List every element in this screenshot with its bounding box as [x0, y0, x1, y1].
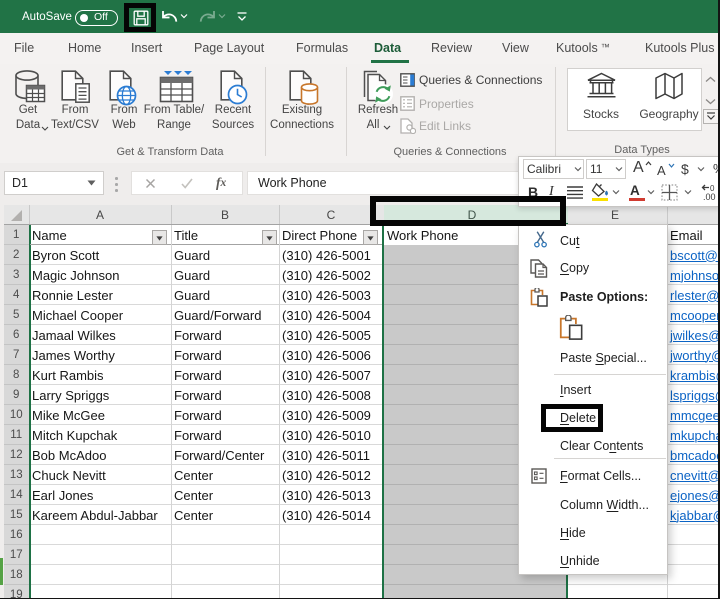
- svg-text:.00: .00: [703, 192, 716, 201]
